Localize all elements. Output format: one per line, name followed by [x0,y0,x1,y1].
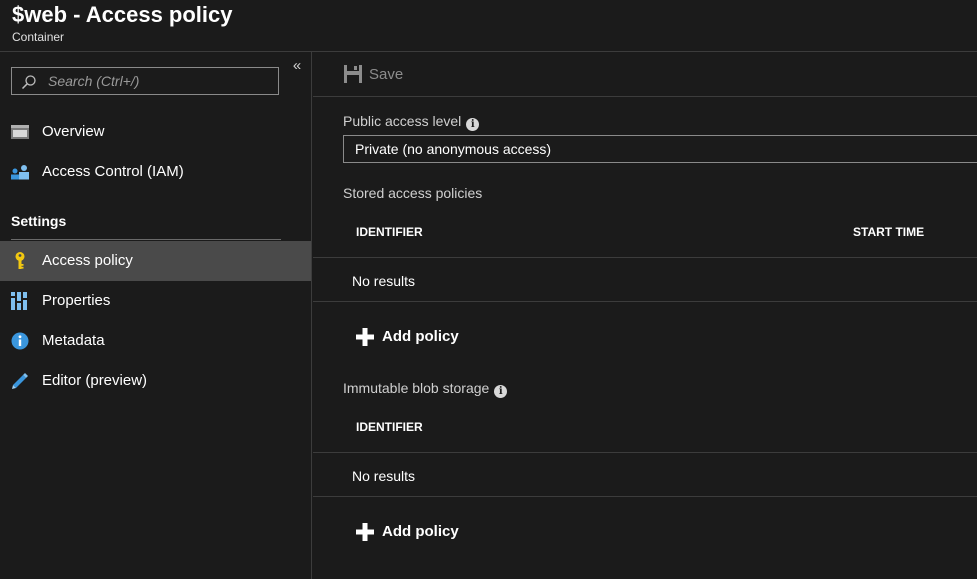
sidebar-item-label: Access Control (IAM) [42,163,184,180]
table-divider [313,452,977,453]
stored-policies-title: Stored access policies [343,185,483,201]
properties-icon [11,292,27,310]
blade-header: $web - Access policy Container [0,0,977,52]
sidebar-item-label: Metadata [42,332,105,349]
sidebar-item-label: Editor (preview) [42,372,148,389]
sidebar-item-editor[interactable]: Editor (preview) [0,361,311,401]
save-label: Save [369,66,404,83]
empty-results: No results [352,273,416,289]
search-icon [21,75,36,90]
collapse-sidebar-button[interactable]: « [289,56,305,76]
column-header-identifier[interactable]: IDENTIFIER [356,420,423,434]
immutable-storage-title: Immutable blob storage i [343,380,508,398]
add-stored-policy-button[interactable]: Add policy [355,326,465,348]
command-bar: Save [313,52,977,97]
plus-icon [356,328,374,346]
table-divider [313,257,977,258]
sidebar-item-access-policy[interactable]: Access policy [0,241,311,281]
page-subtitle: Container [12,30,65,44]
info-icon [11,332,29,350]
table-divider [313,301,977,302]
overview-icon [11,125,29,139]
people-icon [11,165,29,180]
sidebar-item-label: Access policy [42,252,133,269]
add-immutability-policy-button[interactable]: Add policy [355,521,465,543]
pencil-icon [12,373,28,389]
info-icon[interactable]: i [494,385,508,398]
sidebar: « Overview Access Control (IAM) Settings… [0,52,312,579]
column-header-identifier[interactable]: IDENTIFIER [356,225,423,239]
page-title: $web - Access policy [12,2,233,27]
info-icon[interactable]: i [466,118,480,131]
table-divider [313,496,977,497]
section-divider [11,239,281,240]
save-icon [344,65,362,83]
public-access-level-dropdown[interactable]: Private (no anonymous access) [343,135,977,163]
sidebar-item-properties[interactable]: Properties [0,281,311,321]
dropdown-selected-value: Private (no anonymous access) [355,141,552,157]
public-access-label: Public access level i [343,113,480,131]
sidebar-item-access-control[interactable]: Access Control (IAM) [0,152,311,192]
add-policy-label: Add policy [382,328,459,345]
sidebar-item-label: Properties [42,292,111,309]
column-header-start-time[interactable]: START TIME [853,225,924,239]
add-policy-label: Add policy [382,523,459,540]
immutable-storage-title-text: Immutable blob storage [343,380,490,396]
sidebar-item-overview[interactable]: Overview [0,112,311,152]
key-icon [15,252,25,269]
public-access-label-text: Public access level [343,113,462,129]
search-box[interactable] [11,67,279,95]
main-content: Public access level i Private (no anonymo… [313,97,977,579]
plus-icon [356,523,374,541]
sidebar-item-metadata[interactable]: Metadata [0,321,311,361]
search-input[interactable] [48,70,273,92]
sidebar-section-settings: Settings [11,213,67,229]
sidebar-item-label: Overview [42,123,105,140]
empty-results: No results [352,468,416,484]
